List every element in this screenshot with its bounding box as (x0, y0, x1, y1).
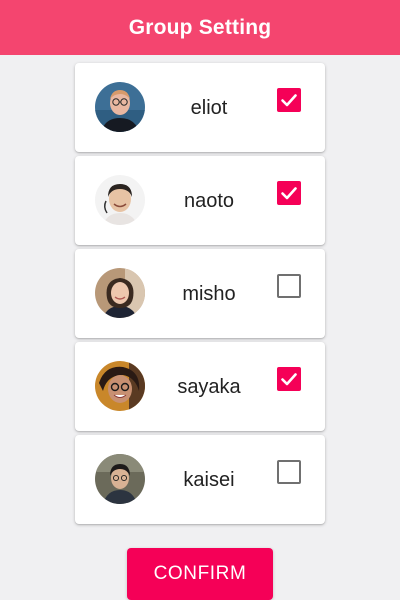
member-name: sayaka (177, 376, 241, 398)
member-card-eliot[interactable]: eliot (75, 63, 325, 152)
avatar-misho (95, 268, 145, 318)
check-icon (281, 187, 297, 200)
check-icon (281, 373, 297, 386)
member-checkbox[interactable] (277, 367, 301, 391)
app-header: Group Setting (0, 0, 400, 55)
avatar-sayaka (95, 361, 145, 411)
member-name: kaisei (183, 469, 235, 491)
member-card-sayaka[interactable]: sayaka (75, 342, 325, 431)
member-checkbox[interactable] (277, 274, 301, 298)
group-setting-screen: Group Setting eliot naoto misho sayaka k… (0, 0, 400, 600)
member-name: naoto (183, 190, 235, 212)
member-list: eliot naoto misho sayaka kaisei (75, 63, 325, 528)
member-checkbox[interactable] (277, 181, 301, 205)
member-checkbox[interactable] (277, 460, 301, 484)
member-name: misho (182, 283, 236, 305)
member-card-naoto[interactable]: naoto (75, 156, 325, 245)
member-card-misho[interactable]: misho (75, 249, 325, 338)
check-icon (281, 94, 297, 107)
member-card-kaisei[interactable]: kaisei (75, 435, 325, 524)
member-checkbox[interactable] (277, 88, 301, 112)
avatar-naoto (95, 175, 145, 225)
avatar-eliot (95, 82, 145, 132)
member-name: eliot (190, 97, 228, 119)
avatar-kaisei (95, 454, 145, 504)
page-title: Group Setting (128, 15, 272, 39)
confirm-button[interactable]: CONFIRM (127, 548, 273, 600)
